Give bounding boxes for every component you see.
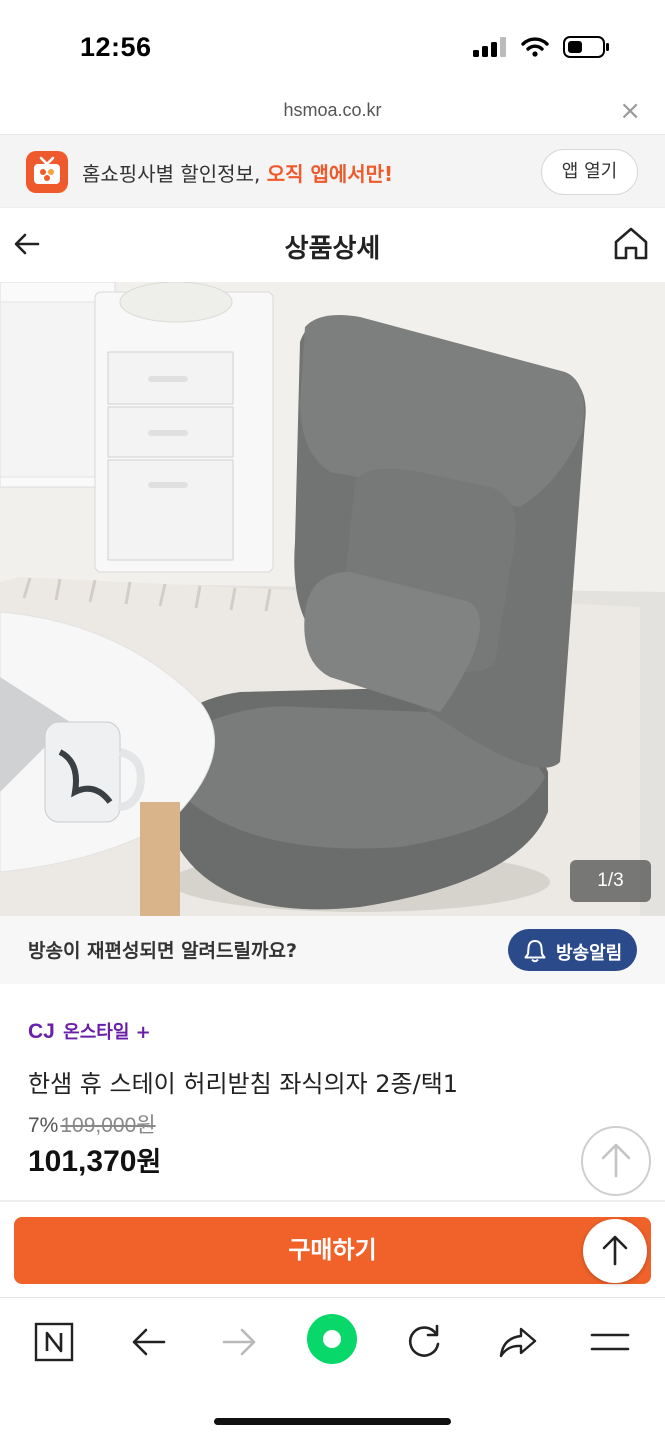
home-indicator [214, 1418, 451, 1425]
image-counter: 1/3 [570, 860, 651, 902]
browser-toolbar [0, 1297, 665, 1440]
page-title: 상품상세 [284, 234, 381, 264]
arrow-up-icon [601, 1143, 631, 1178]
sale-price: 101,370원 [28, 1140, 161, 1179]
home-icon[interactable] [611, 224, 651, 264]
menu-icon[interactable] [588, 1320, 632, 1364]
green-dot-icon[interactable] [306, 1313, 358, 1365]
broadcast-notify-bar: 방송이 재편성되면 알려드릴까요? 방송알림 [0, 916, 665, 984]
divider [0, 1200, 665, 1202]
product-image[interactable]: 1/3 [0, 282, 665, 916]
app-banner-text: 홈쇼핑사별 할인정보, 오직 앱에서만! [82, 158, 393, 187]
notify-message: 방송이 재편성되면 알려드릴까요? [28, 940, 297, 962]
broadcast-alert-button[interactable]: 방송알림 [508, 929, 637, 971]
naver-n-icon[interactable] [32, 1320, 76, 1364]
brand-plus: + [135, 1022, 151, 1043]
status-icons [473, 36, 609, 58]
url-text[interactable]: hsmoa.co.kr [0, 100, 665, 121]
product-info: CJ 온스타일 + 한샘 휴 스테이 허리받침 좌식의자 2종/택1 7%109… [0, 984, 665, 1200]
signal-icon [473, 37, 506, 57]
arrow-up-icon [602, 1235, 628, 1266]
brand-logo[interactable]: CJ 온스타일 + [28, 1018, 151, 1044]
discount-rate: 7% [28, 1114, 59, 1137]
forward-arrow-icon[interactable] [218, 1320, 262, 1364]
share-icon[interactable] [496, 1320, 540, 1364]
product-photo [0, 282, 665, 916]
open-app-button[interactable]: 앱 열기 [541, 149, 638, 195]
discount-row: 7%109,000원 [28, 1109, 156, 1139]
broadcast-alert-label: 방송알림 [556, 943, 623, 964]
product-name: 한샘 휴 스테이 허리받침 좌식의자 2종/택1 [28, 1070, 459, 1098]
app-logo [26, 151, 68, 193]
back-arrow-icon[interactable] [126, 1320, 170, 1364]
wifi-icon [521, 37, 549, 57]
status-time: 12:56 [80, 32, 152, 62]
page-header: 상품상세 [0, 208, 665, 282]
browser-url-bar: hsmoa.co.kr × [0, 92, 665, 134]
scroll-top-faded-button[interactable] [581, 1126, 651, 1196]
sale-price-value: 101,370 [28, 1145, 137, 1178]
reload-icon[interactable] [402, 1320, 446, 1364]
app-banner-message: 홈쇼핑사별 할인정보, [82, 162, 267, 186]
scroll-top-button[interactable] [583, 1219, 647, 1283]
brand-mark: CJ [28, 1020, 55, 1043]
sale-price-unit: 원 [136, 1147, 162, 1178]
brand-name: 온스타일 [63, 1022, 130, 1043]
battery-icon [563, 36, 609, 58]
original-price: 109,000원 [60, 1114, 156, 1137]
app-banner-highlight: 오직 앱에서만! [266, 162, 394, 186]
buy-button[interactable]: 구매하기 [14, 1217, 651, 1284]
bell-icon [524, 940, 546, 963]
status-bar: 12:56 [0, 0, 665, 92]
close-icon[interactable]: × [619, 96, 641, 126]
app-install-banner: 홈쇼핑사별 할인정보, 오직 앱에서만! 앱 열기 [0, 134, 665, 208]
